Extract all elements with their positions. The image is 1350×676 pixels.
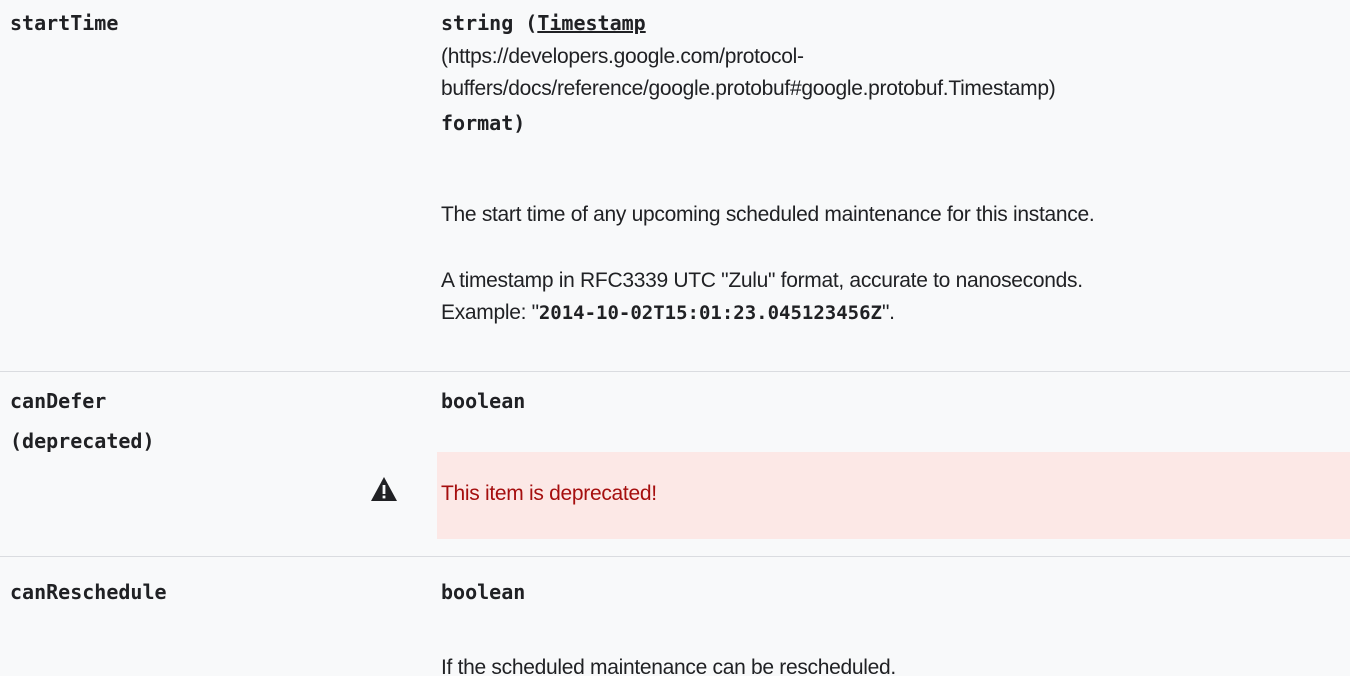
field-type: string (Timestamp — [441, 7, 1341, 39]
warning-icon — [371, 477, 397, 501]
type-url: (https://developers.google.com/protocol- — [441, 45, 804, 68]
deprecated-notice: This item is deprecated! — [437, 452, 1350, 539]
example-prefix: Example: " — [441, 301, 539, 324]
field-name: canReschedule — [10, 580, 167, 604]
timestamp-example: 2014-10-02T15:01:23.045123456Z — [538, 302, 882, 324]
field-row-starttime: startTime string (Timestamp (https://dev… — [0, 0, 1350, 370]
fields-table: startTime string (Timestamp (https://dev… — [0, 0, 1350, 676]
deprecated-notice-text: This item is deprecated! — [441, 482, 657, 505]
field-description: If the scheduled maintenance can be resc… — [441, 656, 896, 676]
field-type: boolean — [441, 389, 526, 413]
field-row-canreschedule: canReschedule boolean If the scheduled m… — [0, 557, 1350, 676]
example-suffix: ". — [882, 301, 895, 324]
type-prefix: string ( — [441, 11, 538, 35]
timestamp-type-link[interactable]: Timestamp — [537, 11, 645, 35]
field-description: The start time of any upcoming scheduled… — [441, 203, 1095, 226]
type-suffix: format) — [441, 111, 526, 135]
timestamp-note-line-1: A timestamp in RFC3339 UTC "Zulu" format… — [441, 269, 1083, 292]
type-url-continued: buffers/docs/reference/google.protobuf#g… — [441, 77, 1056, 100]
field-name: startTime — [10, 11, 119, 35]
field-type: boolean — [441, 580, 526, 604]
timestamp-note: A timestamp in RFC3339 UTC "Zulu" format… — [441, 265, 1341, 329]
field-name: canDefer — [10, 389, 107, 413]
deprecated-label: (deprecated) — [10, 429, 155, 453]
timestamp-note-line-2: Example: "2014-10-02T15:01:23.045123456Z… — [441, 297, 1341, 329]
